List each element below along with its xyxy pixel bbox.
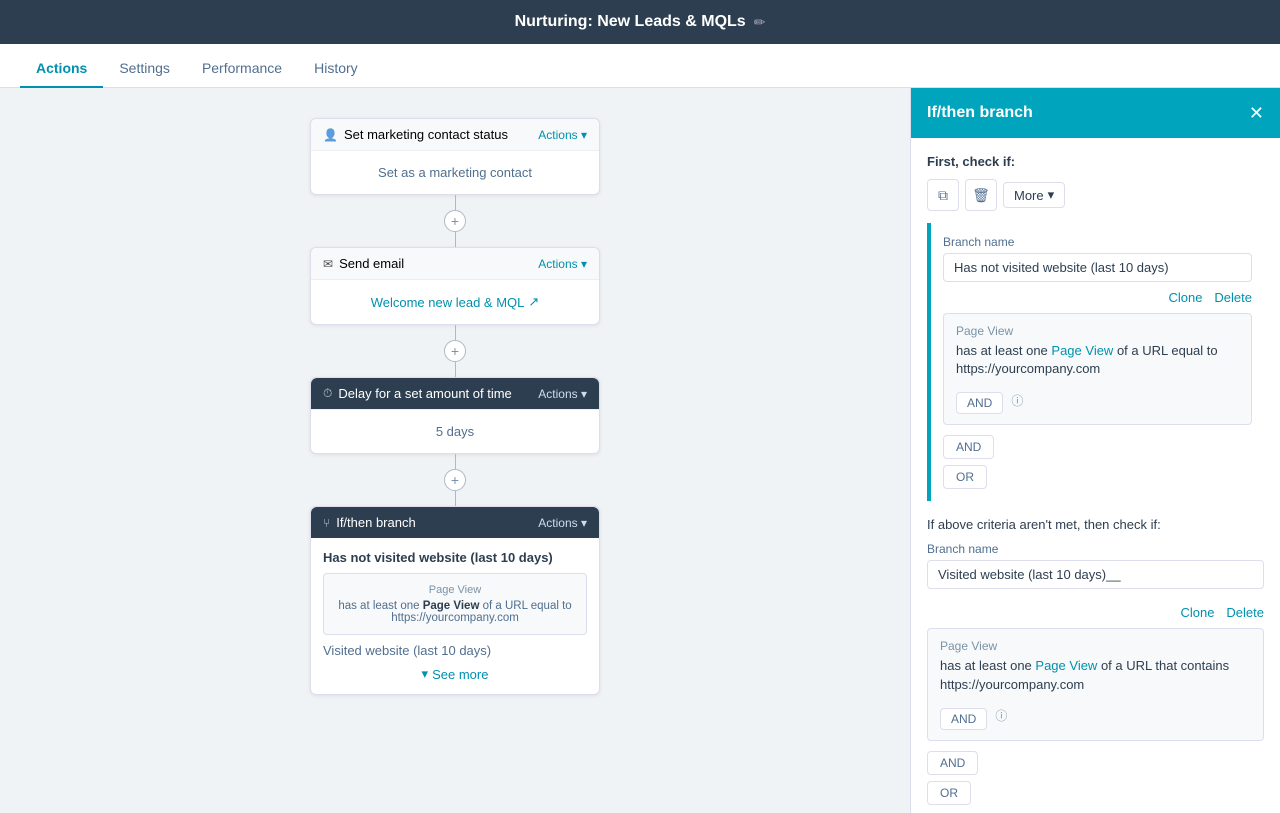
card2-body: Welcome new lead & MQL ↗	[311, 280, 599, 324]
connector-3: +	[444, 454, 466, 506]
branch-card-title: If/then branch	[336, 515, 416, 530]
tab-actions[interactable]: Actions	[20, 50, 103, 88]
criteria2-type: Page View	[940, 639, 1251, 653]
clone-branch2-button[interactable]: Clone	[1180, 605, 1214, 620]
branch1-section: Branch name Clone Delete Page View has a…	[927, 223, 1264, 501]
card-set-marketing-status: 👤 Set marketing contact status Actions ▾…	[310, 118, 600, 195]
card1-actions-button[interactable]: Actions ▾	[538, 128, 587, 142]
main-layout: 👤 Set marketing contact status Actions ▾…	[0, 88, 1280, 813]
branch-toolbar: ⧉ 🗑 More ▾	[927, 179, 1264, 211]
add-step-3[interactable]: +	[444, 469, 466, 491]
edit-icon[interactable]: ✏	[754, 14, 766, 31]
card1-header: 👤 Set marketing contact status Actions ▾	[311, 119, 599, 151]
flow-container: 👤 Set marketing contact status Actions ▾…	[310, 118, 600, 695]
delay-icon: ⏱	[323, 386, 332, 401]
second-branch-section: If above criteria aren't met, then check…	[927, 517, 1264, 813]
branch-content: Has not visited website (last 10 days) P…	[311, 538, 599, 694]
email-icon: ✉	[323, 257, 333, 271]
page-view-highlight-2[interactable]: Page View	[1035, 658, 1097, 673]
canvas-area: 👤 Set marketing contact status Actions ▾…	[0, 88, 910, 813]
copy-button[interactable]: ⧉	[927, 179, 959, 211]
see-more-button[interactable]: ▾ See more	[422, 666, 489, 682]
branch2-title: Visited website (last 10 days)	[323, 643, 587, 658]
more-button[interactable]: More ▾	[1003, 182, 1065, 208]
top-bar: Nurturing: New Leads & MQLs ✏	[0, 0, 1280, 44]
and-standalone-button-2[interactable]: AND	[927, 751, 978, 775]
branch1-name-input[interactable]	[943, 253, 1252, 282]
tab-history[interactable]: History	[298, 50, 374, 88]
line-4	[455, 362, 456, 377]
branch1-name-label: Branch name	[943, 235, 1252, 249]
page-view-highlight-1[interactable]: Page View	[1051, 343, 1113, 358]
and-standalone-button-1[interactable]: AND	[943, 435, 994, 459]
tab-settings[interactable]: Settings	[103, 50, 186, 88]
clone-branch1-button[interactable]: Clone	[1168, 290, 1202, 305]
branch2-name-input[interactable]	[927, 560, 1264, 589]
line-6	[455, 491, 456, 506]
connector-1: +	[444, 195, 466, 247]
criteria1-type: Page View	[956, 324, 1239, 338]
external-link-icon: ↗	[528, 294, 539, 310]
add-step-1[interactable]: +	[444, 210, 466, 232]
branch-card-header: ⑂ If/then branch Actions ▾	[311, 507, 599, 538]
or-standalone-button-2[interactable]: OR	[927, 781, 971, 805]
criteria1-text: has at least one Page View of a URL equa…	[956, 342, 1239, 378]
line-1	[455, 195, 456, 210]
card1-title: Set marketing contact status	[344, 127, 508, 142]
and-button-1[interactable]: AND	[956, 392, 1003, 414]
close-panel-button[interactable]: ✕	[1249, 103, 1264, 124]
criteria-card-1: Page View has at least one Page View of …	[943, 313, 1252, 425]
line-5	[455, 454, 456, 469]
card4-actions-button[interactable]: Actions ▾	[538, 516, 587, 530]
right-panel: If/then branch ✕ First, check if: ⧉ 🗑 Mo…	[910, 88, 1280, 813]
branch-icon: ⑂	[323, 516, 330, 530]
branch1-inner-card: Page View has at least one Page View of …	[323, 573, 587, 635]
chevron-down-icon: ▾	[1048, 187, 1055, 203]
clone-delete-row-1: Clone Delete	[943, 290, 1252, 305]
delete-branch2-button[interactable]: Delete	[1226, 605, 1264, 620]
delete-button[interactable]: 🗑	[965, 179, 997, 211]
nav-tabs: Actions Settings Performance History	[0, 44, 1280, 88]
line-2	[455, 232, 456, 247]
first-check-label: First, check if:	[927, 154, 1264, 169]
clone-delete-row-2: Clone Delete	[927, 605, 1264, 620]
second-section-label: If above criteria aren't met, then check…	[927, 517, 1264, 532]
branch2-name-label: Branch name	[927, 542, 1264, 556]
and-button-2[interactable]: AND	[940, 708, 987, 730]
info-icon-2: ⓘ	[995, 707, 1007, 724]
branch1-inner-text: has at least one Page View of a URL equa…	[334, 600, 576, 624]
branch1-title: Has not visited website (last 10 days)	[323, 550, 587, 565]
criteria2-text: has at least one Page View of a URL that…	[940, 657, 1251, 693]
card3-body: 5 days	[311, 410, 599, 453]
page-title: Nurturing: New Leads & MQLs	[515, 13, 746, 31]
card2-title: Send email	[339, 256, 404, 271]
connector-2: +	[444, 325, 466, 377]
card3-title: Delay for a set amount of time	[338, 386, 511, 401]
trash-icon: 🗑	[972, 187, 990, 204]
card2-actions-button[interactable]: Actions ▾	[538, 257, 587, 271]
card3-header: ⏱ Delay for a set amount of time Actions…	[311, 378, 599, 410]
card1-body: Set as a marketing contact	[311, 151, 599, 194]
criteria-card-2: Page View has at least one Page View of …	[927, 628, 1264, 740]
info-icon-1: ⓘ	[1011, 392, 1023, 409]
email-link[interactable]: Welcome new lead & MQL ↗	[371, 294, 540, 310]
user-icon: 👤	[323, 128, 338, 142]
line-3	[455, 325, 456, 340]
branch1-inner-type: Page View	[334, 584, 576, 596]
card-send-email: ✉ Send email Actions ▾ Welcome new lead …	[310, 247, 600, 325]
tab-performance[interactable]: Performance	[186, 50, 298, 88]
card-if-then-branch: ⑂ If/then branch Actions ▾ Has not visit…	[310, 506, 600, 695]
panel-header: If/then branch ✕	[911, 88, 1280, 138]
card3-actions-button[interactable]: Actions ▾	[538, 387, 587, 401]
or-standalone-button-1[interactable]: OR	[943, 465, 987, 489]
add-step-2[interactable]: +	[444, 340, 466, 362]
delete-branch1-button[interactable]: Delete	[1214, 290, 1252, 305]
panel-body: First, check if: ⧉ 🗑 More ▾ Branch name	[911, 138, 1280, 813]
criteria2-url: https://yourcompany.com	[940, 677, 1084, 692]
copy-icon: ⧉	[938, 187, 948, 204]
card2-header: ✉ Send email Actions ▾	[311, 248, 599, 280]
panel-title: If/then branch	[927, 104, 1033, 122]
card-delay: ⏱ Delay for a set amount of time Actions…	[310, 377, 600, 454]
criteria1-url: https://yourcompany.com	[956, 361, 1100, 376]
